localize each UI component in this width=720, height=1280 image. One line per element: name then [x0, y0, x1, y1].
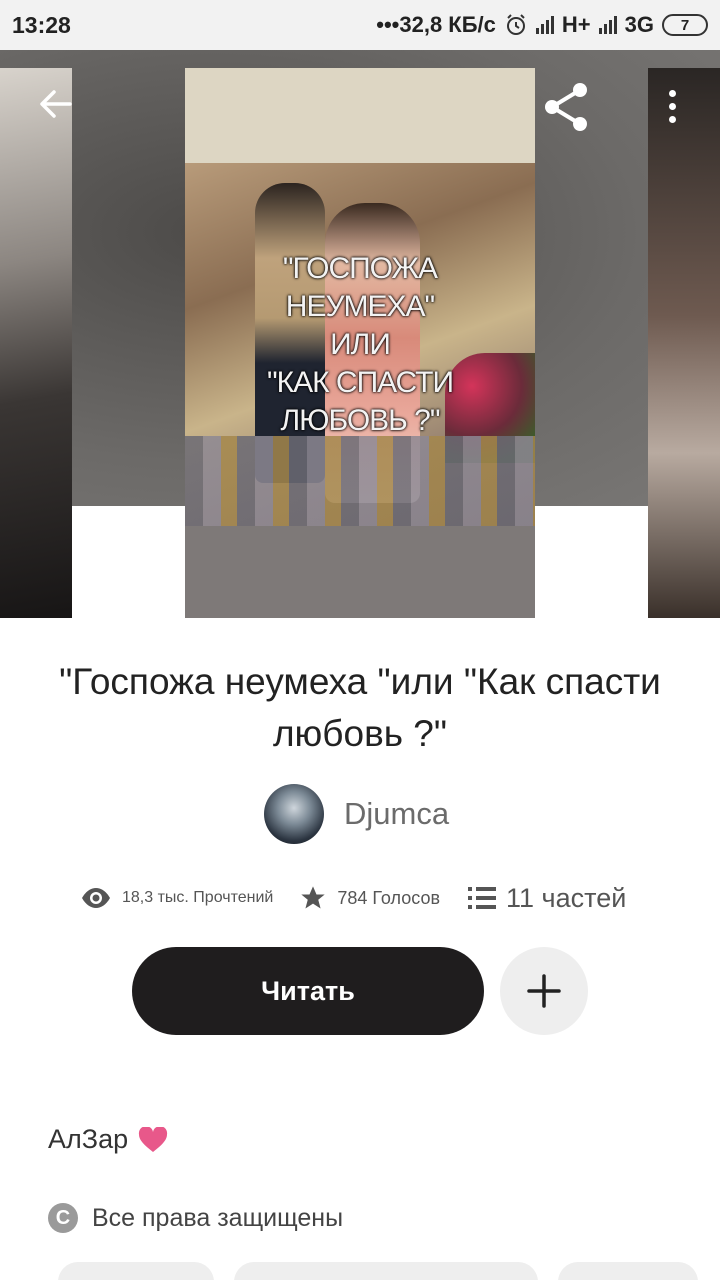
cover-bottom-band: [185, 526, 535, 618]
signal-icon-2: [598, 16, 617, 34]
list-icon: [468, 887, 497, 909]
dedication-text: АлЗар: [48, 1124, 129, 1154]
parts-count[interactable]: 11 частей: [506, 883, 626, 914]
alarm-icon: [506, 14, 525, 35]
network-speed: •••32,8 КБ/с: [376, 12, 496, 37]
dot-icon: [668, 102, 676, 110]
status-time: 13:28: [12, 11, 71, 38]
plus-icon: [527, 974, 561, 1008]
eye-icon: [82, 888, 110, 908]
story-details-screen: 13:28 •••32,8 КБ/с H+ 3G 7 "ГОСПОЖА НЕУМ…: [0, 0, 720, 1280]
author-row[interactable]: Djumca: [264, 783, 449, 845]
copyright-icon: C: [48, 1203, 78, 1233]
status-indicators: •••32,8 КБ/с H+ 3G 7: [376, 12, 708, 38]
prev-cover-preview[interactable]: [0, 68, 72, 618]
parts-stat[interactable]: 11 частей: [468, 883, 626, 914]
story-cover[interactable]: "ГОСПОЖА НЕУМЕХА" ИЛИ "КАК СПАСТИ ЛЮБОВЬ…: [185, 68, 535, 618]
votes-stat: 784 Голосов: [299, 884, 440, 912]
dot-icon: [668, 115, 676, 123]
author-avatar[interactable]: [264, 784, 324, 844]
story-stats: 18,3 тыс. Прочтений 784 Голосов 11 часте…: [80, 876, 626, 920]
back-button[interactable]: [36, 84, 76, 124]
tag-chip[interactable]: [558, 1262, 698, 1280]
battery-level: 7: [680, 16, 690, 34]
reads-stat: 18,3 тыс. Прочтений: [80, 887, 273, 909]
star-icon: [301, 886, 326, 909]
author-name[interactable]: Djumca: [344, 796, 449, 832]
tag-chip[interactable]: [234, 1262, 538, 1280]
share-button[interactable]: [540, 80, 594, 134]
cover-line: ИЛИ: [330, 327, 391, 361]
cover-line: "КАК СПАСТИ: [266, 365, 454, 399]
story-title: "Госпожа неумеха "или "Как спасти любовь…: [59, 661, 661, 754]
cover-line: "ГОСПОЖА: [282, 251, 438, 285]
tags-row: [58, 1262, 698, 1280]
cover-line: ЛЮБОВЬ ?": [280, 403, 440, 437]
read-button[interactable]: Читать: [132, 947, 484, 1035]
heart-icon: [139, 1126, 168, 1152]
votes-count: 784 Голосов: [337, 887, 441, 908]
arrow-left-icon: [40, 90, 72, 118]
signal-icon: [535, 16, 554, 34]
battery-icon: 7: [662, 14, 708, 36]
story-dedication: АлЗар: [48, 1124, 168, 1155]
share-icon: [545, 83, 587, 131]
add-to-library-button[interactable]: [500, 947, 588, 1035]
reads-count: 18,3 тыс. Прочтений: [122, 889, 274, 906]
cover-text: "ГОСПОЖА НЕУМЕХА" ИЛИ "КАК СПАСТИ ЛЮБОВЬ…: [185, 163, 535, 526]
tag-chip[interactable]: [58, 1262, 214, 1280]
network-type-2: 3G: [624, 12, 654, 37]
copyright-text: Все права защищены: [92, 1203, 344, 1232]
next-cover-preview[interactable]: [648, 68, 720, 618]
dot-icon: [668, 89, 676, 97]
cover-line: НЕУМЕХА": [285, 289, 435, 323]
copyright-row: C Все права защищены: [48, 1203, 343, 1233]
hero-area: "ГОСПОЖА НЕУМЕХА" ИЛИ "КАК СПАСТИ ЛЮБОВЬ…: [0, 50, 720, 618]
more-options-button[interactable]: [654, 84, 690, 128]
status-bar: 13:28 •••32,8 КБ/с H+ 3G 7: [0, 0, 720, 50]
network-type-1: H+: [561, 12, 591, 37]
cover-top-band: [185, 68, 535, 163]
